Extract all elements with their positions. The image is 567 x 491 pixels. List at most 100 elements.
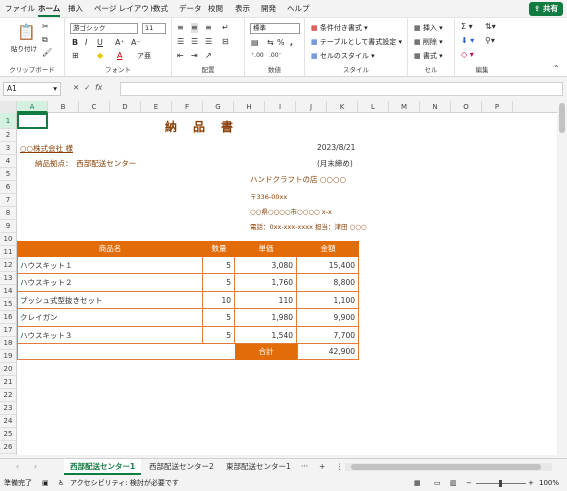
horizontal-scrollbar[interactable] [345, 463, 552, 471]
name-box-dropdown-icon[interactable]: ▾ [53, 83, 57, 95]
tab-data[interactable]: データ [179, 3, 202, 14]
tab-review[interactable]: 校閲 [208, 3, 223, 14]
row-header[interactable]: 5 [0, 168, 17, 181]
row-header[interactable]: 7 [0, 194, 17, 207]
tab-file[interactable]: ファイル [5, 3, 35, 14]
font-shrink-icon[interactable]: A⁻ [131, 38, 141, 48]
paste-icon[interactable]: 📋 [17, 24, 36, 40]
comma-style-icon[interactable]: , [290, 38, 293, 48]
decrease-indent-icon[interactable]: ⇤ [177, 51, 184, 61]
row-header[interactable]: 25 [0, 428, 17, 441]
column-header[interactable]: H [234, 101, 265, 113]
vertical-scroll-thumb[interactable] [559, 103, 565, 133]
column-header[interactable]: D [110, 101, 141, 113]
tab-page-layout[interactable]: ページ レイアウト [94, 3, 156, 14]
page-break-view-icon[interactable]: ▥ [450, 476, 457, 491]
copy-icon[interactable]: ⧉ [42, 35, 48, 45]
column-header[interactable]: A [17, 101, 48, 113]
add-sheet-icon[interactable]: + [313, 459, 331, 475]
tab-developer[interactable]: 開発 [261, 3, 276, 14]
sheet-tab-west-2[interactable]: 西部配送センター2 [143, 459, 220, 475]
sort-filter-icon[interactable]: ⇅▾ [485, 22, 496, 32]
align-right-icon[interactable]: ☰ [205, 37, 212, 47]
zoom-slider-thumb[interactable] [499, 480, 502, 487]
find-select-icon[interactable]: ⚲▾ [485, 36, 495, 46]
align-top-icon[interactable]: ≡ [177, 23, 184, 33]
sheet-tab-east-1[interactable]: 東部配送センター1 [220, 459, 297, 475]
paste-button[interactable]: 貼り付け [11, 43, 37, 53]
column-header[interactable]: K [327, 101, 358, 113]
autosum-icon[interactable]: Σ ▾ [461, 22, 473, 32]
column-header[interactable]: E [141, 101, 172, 113]
row-header[interactable]: 17 [0, 324, 17, 337]
vertical-scrollbar[interactable] [557, 101, 567, 455]
insert-cells-button[interactable]: ▦ 挿入 ▾ [414, 23, 443, 33]
column-header[interactable]: G [203, 101, 234, 113]
font-color-icon[interactable]: A [117, 51, 122, 61]
row-header[interactable]: 14 [0, 285, 17, 298]
column-header[interactable]: I [265, 101, 296, 113]
number-format-select[interactable]: 標準 [250, 23, 300, 34]
row-header[interactable]: 1 [0, 113, 17, 129]
currency-icon[interactable]: ⇆ [267, 38, 274, 48]
clear-icon[interactable]: ◇ ▾ [461, 50, 474, 60]
row-header[interactable]: 12 [0, 259, 17, 272]
column-header[interactable]: B [48, 101, 79, 113]
row-header[interactable]: 9 [0, 220, 17, 233]
column-header[interactable]: O [451, 101, 482, 113]
normal-view-icon[interactable]: ▦ [414, 476, 421, 491]
column-header[interactable]: P [482, 101, 513, 113]
cell-styles-button[interactable]: ▦ セルのスタイル ▾ [311, 51, 375, 61]
row-header[interactable]: 26 [0, 441, 17, 454]
tab-home[interactable]: ホーム [38, 3, 61, 17]
column-header[interactable]: J [296, 101, 327, 113]
row-header[interactable]: 18 [0, 337, 17, 350]
underline-icon[interactable]: U [97, 38, 103, 48]
row-header[interactable]: 13 [0, 272, 17, 285]
row-header[interactable]: 3 [0, 142, 17, 155]
row-header[interactable]: 15 [0, 298, 17, 311]
format-cells-button[interactable]: ▦ 書式 ▾ [414, 51, 443, 61]
tab-formulas[interactable]: 数式 [153, 3, 168, 14]
row-header[interactable]: 16 [0, 311, 17, 324]
italic-icon[interactable]: I [85, 38, 87, 48]
accounting-format-icon[interactable]: ▤ [251, 38, 259, 48]
tab-insert[interactable]: 挿入 [68, 3, 83, 14]
row-header[interactable]: 11 [0, 246, 17, 259]
format-painter-icon[interactable]: 🖌 [42, 48, 52, 58]
increase-indent-icon[interactable]: ⇥ [191, 51, 198, 61]
zoom-in-icon[interactable]: + [528, 476, 534, 491]
fill-color-icon[interactable]: ◆ [97, 51, 103, 61]
sheet-tab-west-1[interactable]: 西部配送センター1 [64, 459, 142, 475]
align-middle-icon[interactable]: ≡ [191, 23, 198, 33]
worksheet-grid[interactable]: ABCDEFGHIJKLMNOP 1 2 3 4 5 6 7 8 9 10 11 12 13 14 15 16… [0, 101, 557, 455]
tab-help[interactable]: ヘルプ [287, 3, 310, 14]
sheet-prev-icon[interactable]: ‹ [10, 459, 25, 475]
share-button[interactable]: ⇪ 共有 [529, 2, 563, 16]
tab-view[interactable]: 表示 [235, 3, 250, 14]
font-size-select[interactable]: 11 [142, 23, 166, 34]
align-bottom-icon[interactable]: ≡ [205, 23, 212, 33]
row-header[interactable]: 23 [0, 402, 17, 415]
column-header[interactable]: M [389, 101, 420, 113]
border-icon[interactable]: ⊞ [72, 51, 79, 61]
column-header[interactable]: C [79, 101, 110, 113]
wrap-text-icon[interactable]: ↵ [222, 23, 229, 33]
more-sheets-icon[interactable]: ··· [295, 459, 314, 475]
page-layout-view-icon[interactable]: ▭ [434, 476, 441, 491]
insert-function-icon[interactable]: fx [95, 83, 102, 92]
delete-cells-button[interactable]: ▦ 削除 ▾ [414, 37, 443, 47]
phonetic-icon[interactable]: ア亜 [137, 51, 151, 61]
orientation-icon[interactable]: ↗ [205, 51, 212, 61]
increase-decimal-icon[interactable]: ⁺.00 [251, 51, 264, 61]
font-grow-icon[interactable]: A⁺ [115, 38, 125, 48]
formula-input[interactable] [120, 82, 563, 96]
percent-icon[interactable]: % [277, 38, 285, 48]
row-header[interactable]: 20 [0, 363, 17, 376]
select-all-corner[interactable] [0, 101, 17, 113]
bold-icon[interactable]: B [72, 38, 78, 48]
fill-icon[interactable]: ⬇ ▾ [461, 36, 474, 46]
horizontal-scroll-thumb[interactable] [351, 464, 541, 470]
cancel-icon[interactable]: ✕ [73, 83, 79, 92]
conditional-formatting-button[interactable]: ▦ 条件付き書式 ▾ [311, 23, 368, 33]
